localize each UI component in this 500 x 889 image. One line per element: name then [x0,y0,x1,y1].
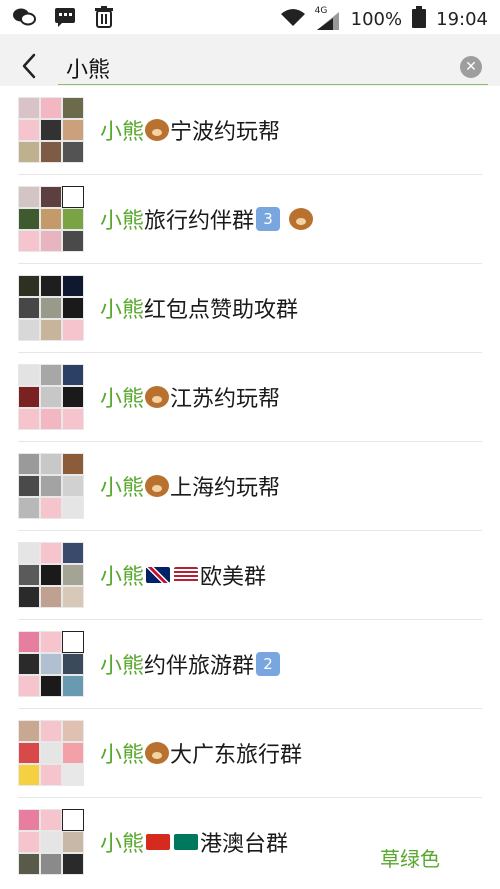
group-name-text: 宁波约玩帮 [170,120,281,145]
group-name: 小熊 旅行约伴群 3 [100,203,314,235]
close-icon: ✕ [465,59,477,75]
group-name-text: 欧美群 [200,565,267,590]
list-item[interactable]: 小熊 约伴旅游群 2 [0,620,500,709]
group-avatar [18,631,84,697]
battery-percent: 100% [350,9,403,30]
group-avatar [18,809,84,875]
group-name-text: 约伴旅游群 [144,654,255,679]
group-name-text: 旅行约伴群 [144,209,255,234]
back-button[interactable] [16,51,44,81]
highlight-text: 小熊 [100,565,145,590]
list-item[interactable]: 小熊 旅行约伴群 3 [0,175,500,264]
group-name: 小熊 约伴旅游群 2 [100,648,281,680]
group-avatar [18,97,84,163]
search-underline [58,84,488,85]
bear-emoji-icon [145,119,170,141]
list-item[interactable]: 小熊 大广东旅行群 [0,709,500,798]
highlight-text: 小熊 [100,476,145,501]
bear-emoji-icon [145,742,170,764]
highlight-text: 小熊 [100,120,145,145]
group-avatar [18,453,84,519]
wechat-icon [12,7,36,31]
trash-icon [94,6,114,32]
group-name: 小熊 大广东旅行群 [100,737,302,769]
list-item[interactable]: 小熊 欧美群 [0,531,500,620]
bear-emoji-icon [289,208,314,230]
uk-flag-icon [146,567,171,583]
wifi-icon [280,8,305,31]
network-type: 4G [314,5,328,16]
group-name: 小熊 欧美群 [100,559,266,591]
us-flag-icon [174,567,199,583]
hong-kong-flag-icon [146,834,171,850]
group-avatar [18,542,84,608]
group-name: 小熊 上海约玩帮 [100,470,280,502]
watermark-label: 草绿色 [380,847,440,871]
clear-search-button[interactable]: ✕ [460,56,482,78]
bear-emoji-icon [145,475,170,497]
list-item[interactable]: 小熊 红包点赞助攻群 [0,264,500,353]
highlight-text: 小熊 [100,832,145,857]
group-name-text: 港澳台群 [200,832,289,857]
group-avatar [18,720,84,786]
highlight-text: 小熊 [100,654,145,679]
status-bar: 4G 100% 19:04 [0,0,500,34]
highlight-text: 小熊 [100,209,145,234]
group-name: 小熊 红包点赞助攻群 [100,292,298,324]
number-badge: 2 [256,652,281,676]
group-name: 小熊 宁波约玩帮 [100,114,280,146]
group-name-text: 大广东旅行群 [170,743,303,768]
signal-icon: 4G [315,6,341,30]
macau-flag-icon [174,834,199,850]
group-avatar [18,186,84,252]
number-badge: 3 [256,207,281,231]
group-avatar [18,364,84,430]
highlight-text: 小熊 [100,743,145,768]
group-avatar [18,275,84,341]
group-name: 小熊 港澳台群 [100,826,288,858]
chevron-left-icon [22,53,36,79]
list-item[interactable]: 小熊 宁波约玩帮 [0,86,500,175]
search-input[interactable]: 小熊 [66,52,110,84]
battery-icon [412,6,427,33]
group-name-text: 上海约玩帮 [170,476,281,501]
clock: 19:04 [436,9,488,30]
bear-emoji-icon [145,386,170,408]
list-item[interactable]: 小熊 江苏约玩帮 [0,353,500,442]
highlight-text: 小熊 [100,298,145,323]
list-item[interactable]: 小熊 上海约玩帮 [0,442,500,531]
message-icon [54,7,76,31]
group-name: 小熊 江苏约玩帮 [100,381,280,413]
group-name-text: 江苏约玩帮 [170,387,281,412]
highlight-text: 小熊 [100,387,145,412]
group-name-text: 红包点赞助攻群 [144,298,299,323]
